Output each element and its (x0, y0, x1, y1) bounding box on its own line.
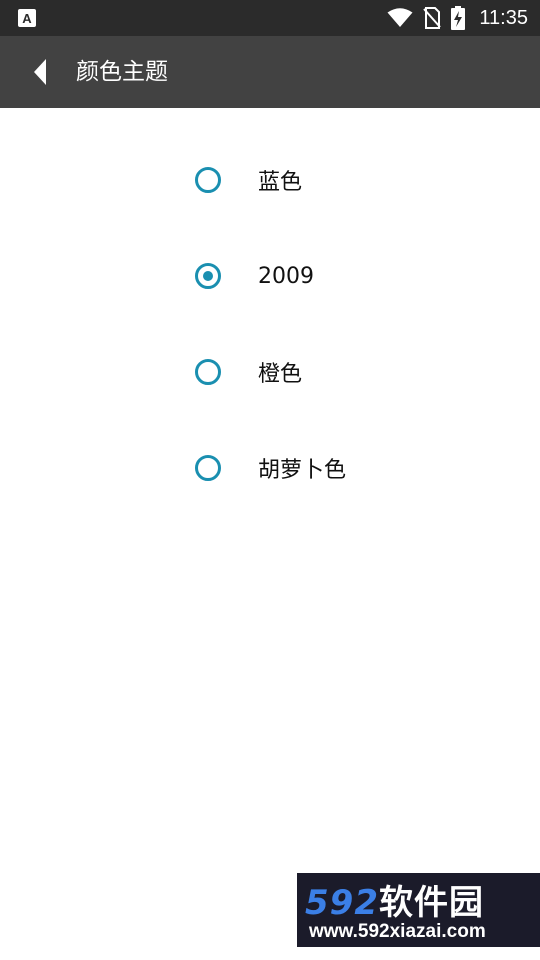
radio-button[interactable] (195, 359, 221, 385)
battery-charging-icon (451, 6, 466, 30)
radio-button-selected[interactable] (195, 263, 221, 289)
watermark-text: 软件园 (378, 883, 484, 923)
wifi-icon (387, 8, 413, 27)
app-a-icon: A (18, 9, 36, 27)
status-icons: 11:35 (387, 0, 528, 36)
watermark-number: 592 (305, 883, 379, 923)
app-bar: 颜色主题 (0, 36, 540, 108)
option-label: 胡萝卜色 (258, 458, 347, 483)
option-blue[interactable]: 蓝色 (180, 144, 480, 216)
watermark-brand: 592软件园 (305, 875, 484, 924)
page-title: 颜色主题 (76, 59, 168, 85)
app-a-glyph: A (22, 10, 32, 26)
status-bar: A 11:35 (0, 0, 540, 36)
back-arrow-icon[interactable] (20, 52, 60, 92)
watermark: 592软件园 www.592xiazai.com (297, 873, 540, 947)
option-carrot[interactable]: 胡萝卜色 (180, 432, 480, 504)
radio-button[interactable] (195, 167, 221, 193)
option-orange[interactable]: 橙色 (180, 336, 480, 408)
option-label: 2009 (258, 263, 314, 289)
no-sim-icon (423, 7, 442, 29)
watermark-url: www.592xiazai.com (309, 921, 486, 942)
radio-button[interactable] (195, 455, 221, 481)
option-2009[interactable]: 2009 (180, 240, 480, 312)
option-label: 蓝色 (258, 170, 303, 195)
option-label: 橙色 (258, 362, 303, 387)
status-time: 11:35 (479, 6, 528, 29)
